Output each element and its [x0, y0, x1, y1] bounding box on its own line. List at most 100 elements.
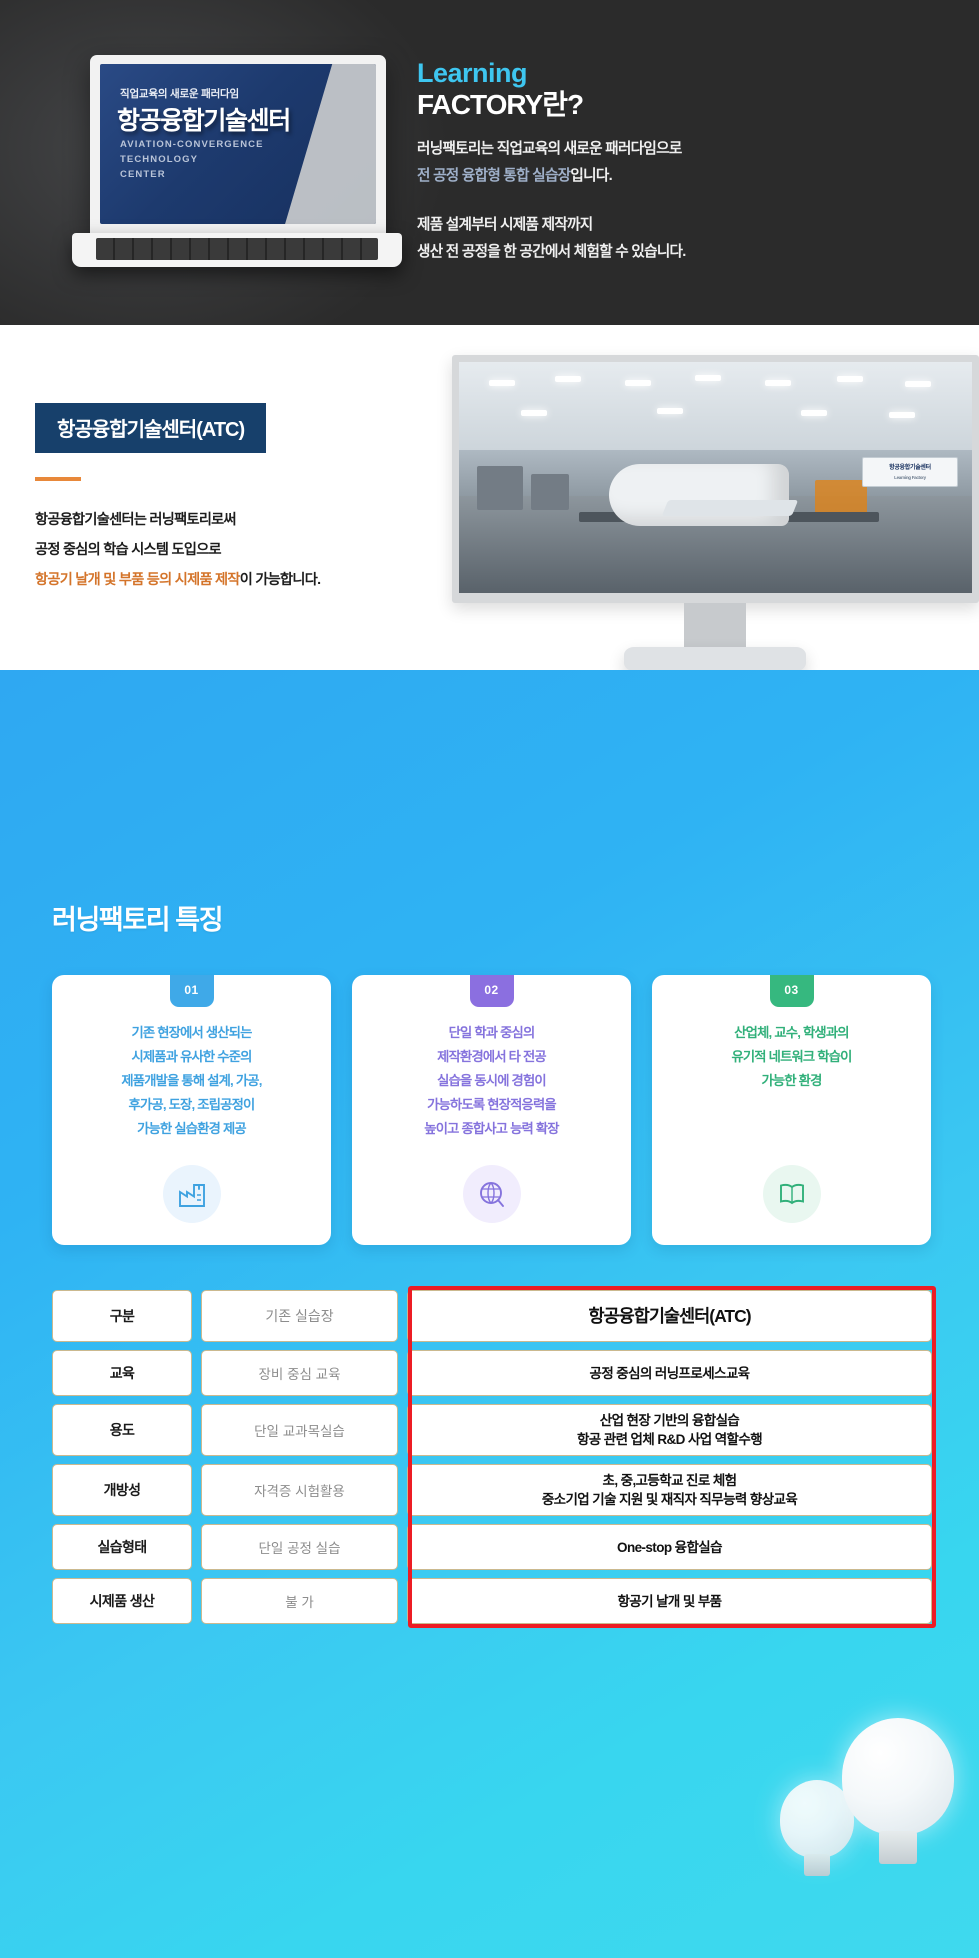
- table-cell-existing: 불 가: [201, 1578, 398, 1624]
- table-cell-label: 실습형태: [52, 1524, 192, 1570]
- card-line: 단일 학과 중심의: [448, 1025, 536, 1040]
- card-line: 산업체, 교수, 학생과의: [734, 1025, 849, 1040]
- atc-section: 항공융합기술센터 Learning Factory 항공융합기술센터(ATC) …: [0, 325, 979, 671]
- monitor-frame: 항공융합기술센터 Learning Factory: [452, 355, 979, 603]
- monitor-screen-photo: 항공융합기술센터 Learning Factory: [459, 362, 972, 593]
- hero-p1-muted: 전 공정 융합형 통합 실습장: [417, 168, 571, 184]
- card-text: 기존 현장에서 생산되는 시제품과 유사한 수준의 제품개발을 통해 설계, 가…: [66, 1021, 317, 1141]
- photo-machine: [531, 474, 569, 510]
- table-cell-existing: 단일 교과목실습: [201, 1404, 398, 1456]
- hero-p2-line1: 제품 설계부터 시제품 제작까지: [417, 217, 593, 233]
- monitor-neck: [684, 603, 746, 651]
- card-line: 가능하도록 현장적응력을: [427, 1097, 556, 1112]
- card-line: 제품개발을 통해 설계, 가공,: [121, 1073, 262, 1088]
- table-row: 용도 단일 교과목실습 산업 현장 기반의 융합실습 항공 관련 업체 R&D …: [52, 1404, 932, 1456]
- table-cell-atc: 항공기 날개 및 부품: [407, 1578, 932, 1624]
- photo-signboard-title: 항공융합기술센터: [889, 464, 931, 471]
- table-cell-atc-line: 항공 관련 업체 R&D 사업 역할수행: [576, 1432, 763, 1447]
- table-cell-label: 시제품 생산: [52, 1578, 192, 1624]
- card-line: 실습을 동시에 경험이: [437, 1073, 546, 1088]
- atc-desc-highlight: 항공기 날개 및 부품 등의 시제품 제작: [35, 572, 240, 588]
- features-title: 러닝팩토리 특징: [52, 905, 224, 935]
- hero-paragraph-1: 러닝팩토리는 직업교육의 새로운 패러다임으로 전 공정 융합형 통합 실습장입…: [417, 136, 937, 190]
- laptop-screen-title: 항공융합기술센터: [117, 107, 291, 135]
- hero-p1-line1: 러닝팩토리는 직업교육의 새로운 패러다임으로: [417, 141, 682, 157]
- brand-learning-text: Learning: [417, 58, 528, 88]
- laptop-en-line1: AVIATION-CONVERGENCE: [120, 139, 264, 150]
- card-number-badge: 02: [469, 975, 514, 1007]
- laptop-en-line2: TECHNOLOGY: [120, 154, 199, 165]
- table-cell-atc: 산업 현장 기반의 융합실습 항공 관련 업체 R&D 사업 역할수행: [407, 1404, 932, 1456]
- table-cell-label: 구분: [52, 1290, 192, 1342]
- card-number-badge: 03: [769, 975, 814, 1007]
- table-cell-label: 교육: [52, 1350, 192, 1396]
- table-cell-atc: 초, 중,고등학교 진로 체험 중소기업 기술 지원 및 재직자 직무능력 향상…: [407, 1464, 932, 1516]
- photo-ceiling: [459, 362, 972, 450]
- hero-paragraph-2: 제품 설계부터 시제품 제작까지 생산 전 공정을 한 공간에서 체험할 수 있…: [417, 212, 937, 266]
- table-cell-existing: 장비 중심 교육: [201, 1350, 398, 1396]
- book-icon: [762, 1165, 821, 1223]
- card-text: 산업체, 교수, 학생과의 유기적 네트워크 학습이 가능한 환경: [666, 1021, 917, 1093]
- card-line: 제작환경에서 타 전공: [437, 1049, 546, 1064]
- monitor-illustration: 항공융합기술센터 Learning Factory: [452, 355, 979, 685]
- table-cell-existing: 자격증 시험활용: [201, 1464, 398, 1516]
- card-line: 높이고 종합사고 능력 확장: [424, 1121, 559, 1136]
- photo-aircraft-fuselage: [609, 463, 789, 526]
- card-line: 가능한 실습환경 제공: [137, 1121, 246, 1136]
- card-line: 기존 현장에서 생산되는: [131, 1025, 252, 1040]
- lightbulb-icon: [842, 1718, 954, 1868]
- factory-icon: [162, 1165, 221, 1223]
- laptop-screen: 직업교육의 새로운 패러다임 항공융합기술센터 AVIATION-CONVERG…: [100, 64, 376, 224]
- table-cell-label: 개방성: [52, 1464, 192, 1516]
- card-text: 단일 학과 중심의 제작환경에서 타 전공 실습을 동시에 경험이 가능하도록 …: [366, 1021, 617, 1141]
- laptop-screen-english: AVIATION-CONVERGENCE TECHNOLOGY CENTER: [120, 137, 264, 182]
- hero-text-block: Learning FACTORY란? 러닝팩토리는 직업교육의 새로운 패러다임…: [417, 58, 937, 266]
- atc-desc-line3: 항공기 날개 및 부품 등의 시제품 제작이 가능합니다.: [35, 565, 455, 595]
- table-cell-existing: 단일 공정 실습: [201, 1524, 398, 1570]
- hero-p1-line2: 전 공정 융합형 통합 실습장입니다.: [417, 163, 937, 190]
- table-cell-atc: 항공융합기술센터(ATC): [407, 1290, 932, 1342]
- table-row: 시제품 생산 불 가 항공기 날개 및 부품: [52, 1578, 932, 1624]
- feature-card: 01 기존 현장에서 생산되는 시제품과 유사한 수준의 제품개발을 통해 설계…: [52, 975, 331, 1245]
- hero-p1-tail: 입니다.: [570, 168, 612, 184]
- laptop-screen-subtitle: 직업교육의 새로운 패러다임: [120, 88, 239, 100]
- photo-signboard: 항공융합기술센터 Learning Factory: [862, 456, 958, 487]
- table-row: 교육 장비 중심 교육 공정 중심의 러닝프로세스교육: [52, 1350, 932, 1396]
- photo-machine: [815, 480, 867, 514]
- table-cell-atc-line: 산업 현장 기반의 융합실습: [599, 1413, 740, 1428]
- table-cell-atc-line: 초, 중,고등학교 진로 체험: [602, 1473, 738, 1488]
- card-line: 유기적 네트워크 학습이: [731, 1049, 852, 1064]
- hero-section: 직업교육의 새로운 패러다임 항공융합기술센터 AVIATION-CONVERG…: [0, 0, 979, 325]
- table-row: 개방성 자격증 시험활용 초, 중,고등학교 진로 체험 중소기업 기술 지원 …: [52, 1464, 932, 1516]
- feature-card: 03 산업체, 교수, 학생과의 유기적 네트워크 학습이 가능한 환경: [652, 975, 931, 1245]
- comparison-table: 구분 기존 실습장 항공융합기술센터(ATC) 교육 장비 중심 교육 공정 중…: [52, 1286, 936, 1632]
- table-row: 구분 기존 실습장 항공융합기술센터(ATC): [52, 1290, 932, 1342]
- table-cell-label: 용도: [52, 1404, 192, 1456]
- table-cell-atc: 공정 중심의 러닝프로세스교육: [407, 1350, 932, 1396]
- table-cell-atc-line: 중소기업 기술 지원 및 재직자 직무능력 향상교육: [541, 1492, 798, 1507]
- feature-card: 02 단일 학과 중심의 제작환경에서 타 전공 실습을 동시에 경험이 가능하…: [352, 975, 631, 1245]
- card-number-badge: 01: [169, 975, 214, 1007]
- table-row: 실습형태 단일 공정 실습 One-stop 융합실습: [52, 1524, 932, 1570]
- hero-p2-line2: 생산 전 공정을 한 공간에서 체험할 수 있습니다.: [417, 244, 686, 260]
- laptop-en-line3: CENTER: [120, 169, 166, 180]
- orange-divider: [35, 477, 81, 481]
- card-line: 시제품과 유사한 수준의: [131, 1049, 252, 1064]
- table-cell-atc: One-stop 융합실습: [407, 1524, 932, 1570]
- atc-heading-badge: 항공융합기술센터(ATC): [35, 403, 267, 453]
- atc-desc-tail: 이 가능합니다.: [239, 572, 321, 588]
- atc-description: 항공융합기술센터는 러닝팩토리로써 공정 중심의 학습 시스템 도입으로 항공기…: [35, 505, 455, 595]
- laptop-keyboard: [96, 238, 378, 260]
- brand-factory-text: FACTORY란?: [417, 89, 584, 120]
- card-line: 후가공, 도장, 조립공정이: [128, 1097, 256, 1112]
- laptop-illustration: 직업교육의 새로운 패러다임 항공융합기술센터 AVIATION-CONVERG…: [72, 55, 402, 270]
- laptop-lid: 직업교육의 새로운 패러다임 항공융합기술센터 AVIATION-CONVERG…: [90, 55, 386, 235]
- card-line: 가능한 환경: [761, 1073, 822, 1088]
- photo-signboard-sub: Learning Factory: [894, 474, 926, 480]
- feature-card-list: 01 기존 현장에서 생산되는 시제품과 유사한 수준의 제품개발을 통해 설계…: [52, 975, 932, 1245]
- atc-desc-line2: 공정 중심의 학습 시스템 도입으로: [35, 542, 222, 558]
- monitor-stand: [624, 647, 806, 671]
- globe-icon: [462, 1165, 521, 1223]
- table-cell-existing: 기존 실습장: [201, 1290, 398, 1342]
- photo-machine: [477, 466, 523, 510]
